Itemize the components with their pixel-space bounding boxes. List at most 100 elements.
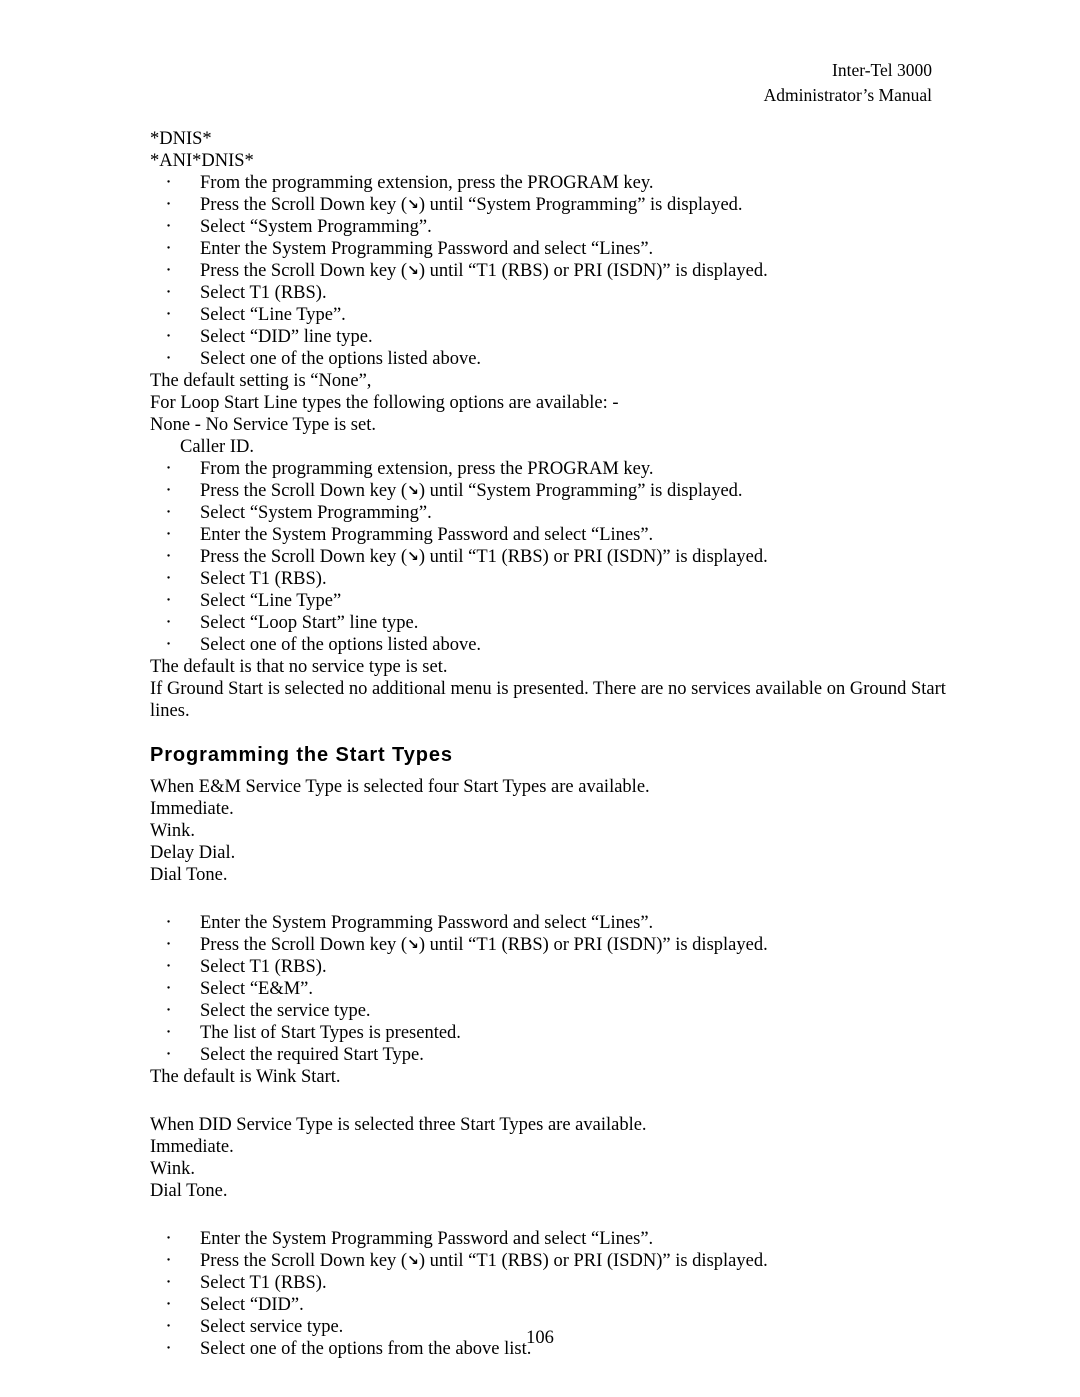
loop-start-step-item: Select T1 (RBS). — [150, 567, 980, 591]
start-type-dial-tone-1: Dial Tone. — [150, 864, 228, 885]
em-step-item: Press the Scroll Down key (↘) until “T1 … — [150, 933, 980, 957]
step-text: Press the Scroll Down key ( — [200, 546, 408, 567]
start-type-immediate-1: Immediate. — [150, 798, 234, 819]
heading-dnis: *DNIS* — [150, 128, 212, 149]
step-text: The list of Start Types is presented. — [200, 1022, 461, 1043]
em-step-item: The list of Start Types is presented. — [150, 1021, 980, 1045]
em-step-item: Select T1 (RBS). — [150, 955, 980, 979]
step-text: Select “Loop Start” line type. — [200, 612, 419, 633]
step-text: Enter the System Programming Password an… — [200, 1228, 654, 1249]
step-text: Enter the System Programming Password an… — [200, 524, 654, 545]
step-text: Select the service type. — [200, 1000, 371, 1021]
step-text: Select the required Start Type. — [200, 1044, 424, 1065]
em-start-types-intro: When E&M Service Type is selected four S… — [150, 776, 650, 797]
section-title-start-types: Programming the Start Types — [150, 743, 453, 766]
start-type-wink-2: Wink. — [150, 1158, 195, 1179]
option-caller-id: Caller ID. — [180, 436, 254, 457]
start-type-immediate-2: Immediate. — [150, 1136, 234, 1157]
loop-start-step-item: Press the Scroll Down key (↘) until “Sys… — [150, 479, 980, 503]
step-text: Select “Line Type” — [200, 590, 342, 611]
loop-start-step-item: Select one of the options listed above. — [150, 633, 980, 657]
em-step-item: Select the service type. — [150, 999, 980, 1023]
header-line-2: Administrator’s Manual — [763, 84, 932, 105]
step-text-cont: ) until “T1 (RBS) or PRI (ISDN)” is disp… — [418, 934, 768, 955]
step-text: Select “System Programming”. — [200, 216, 432, 237]
scroll-down-key-icon: ↘ — [407, 1252, 419, 1269]
step-text: Select T1 (RBS). — [200, 568, 327, 589]
scroll-down-key-icon: ↘ — [407, 196, 419, 213]
ground-start-note: If Ground Start is selected no additiona… — [150, 678, 946, 721]
default-wink-start: The default is Wink Start. — [150, 1066, 341, 1087]
dnis-step-item: Press the Scroll Down key (↘) until “Sys… — [150, 193, 980, 217]
scroll-down-key-icon: ↘ — [407, 262, 419, 279]
dnis-step-item: Select “System Programming”. — [150, 215, 980, 239]
did-step-item: Press the Scroll Down key (↘) until “T1 … — [150, 1249, 980, 1273]
loop-start-step-item: Select “Line Type” — [150, 589, 980, 613]
step-text-cont: ) until “T1 (RBS) or PRI (ISDN)” is disp… — [418, 546, 768, 567]
page-header: Inter-Tel 3000 Administrator’s Manual — [150, 58, 980, 108]
did-step-item: Select T1 (RBS). — [150, 1271, 980, 1295]
start-type-dial-tone-2: Dial Tone. — [150, 1180, 228, 1201]
start-type-delay-dial: Delay Dial. — [150, 842, 236, 863]
start-type-wink-1: Wink. — [150, 820, 195, 841]
procedure-list-em: Enter the System Programming Password an… — [150, 911, 980, 1067]
dnis-step-item: Select T1 (RBS). — [150, 281, 980, 305]
step-text: From the programming extension, press th… — [200, 458, 654, 479]
loop-start-step-item: Enter the System Programming Password an… — [150, 523, 980, 547]
step-text: Select “System Programming”. — [200, 502, 432, 523]
dnis-step-item: Select one of the options listed above. — [150, 347, 980, 371]
step-text-cont: ) until “System Programming” is displaye… — [418, 194, 743, 215]
step-text-cont: ) until “T1 (RBS) or PRI (ISDN)” is disp… — [418, 260, 768, 281]
did-step-item: Enter the System Programming Password an… — [150, 1227, 980, 1251]
procedure-list-loop-start: From the programming extension, press th… — [150, 457, 980, 657]
em-step-item: Enter the System Programming Password an… — [150, 911, 980, 935]
dnis-step-item: Press the Scroll Down key (↘) until “T1 … — [150, 259, 980, 283]
step-text: Press the Scroll Down key ( — [200, 1250, 408, 1271]
step-text: Press the Scroll Down key ( — [200, 934, 408, 955]
document-page: Inter-Tel 3000 Administrator’s Manual *D… — [0, 0, 1080, 1397]
scroll-down-key-icon: ↘ — [407, 936, 419, 953]
step-text: Select T1 (RBS). — [200, 1272, 327, 1293]
default-no-service-type: The default is that no service type is s… — [150, 656, 448, 677]
step-text-cont: ) until “T1 (RBS) or PRI (ISDN)” is disp… — [418, 1250, 768, 1271]
step-text: Enter the System Programming Password an… — [200, 912, 654, 933]
loop-start-step-item: Select “Loop Start” line type. — [150, 611, 980, 635]
page-number: 106 — [526, 1328, 554, 1348]
header-line-1: Inter-Tel 3000 — [832, 60, 932, 80]
step-text: Select “DID” line type. — [200, 326, 373, 347]
dnis-step-item: Select “Line Type”. — [150, 303, 980, 327]
procedure-list-dnis: From the programming extension, press th… — [150, 171, 980, 371]
step-text: From the programming extension, press th… — [200, 172, 654, 193]
step-text: Press the Scroll Down key ( — [200, 260, 408, 281]
step-text: Select one of the options listed above. — [200, 634, 482, 655]
loop-start-step-item: Select “System Programming”. — [150, 501, 980, 525]
dnis-step-item: Select “DID” line type. — [150, 325, 980, 349]
dnis-step-item: From the programming extension, press th… — [150, 171, 980, 195]
step-text: Select “E&M”. — [200, 978, 314, 999]
em-step-item: Select “E&M”. — [150, 977, 980, 1001]
step-text: Press the Scroll Down key ( — [200, 480, 408, 501]
did-start-types-intro: When DID Service Type is selected three … — [150, 1114, 647, 1135]
dnis-step-item: Enter the System Programming Password an… — [150, 237, 980, 261]
heading-anidnis: *ANI*DNIS* — [150, 150, 254, 171]
em-step-item: Select the required Start Type. — [150, 1043, 980, 1067]
loop-start-step-item: Press the Scroll Down key (↘) until “T1 … — [150, 545, 980, 569]
loop-start-step-item: From the programming extension, press th… — [150, 457, 980, 481]
loop-start-options-intro: For Loop Start Line types the following … — [150, 392, 619, 413]
step-text: Select T1 (RBS). — [200, 282, 327, 303]
did-step-item: Select “DID”. — [150, 1293, 980, 1317]
step-text-cont: ) until “System Programming” is displaye… — [418, 480, 743, 501]
page-content: *DNIS* *ANI*DNIS* From the programming e… — [150, 128, 980, 1361]
step-text: Select “Line Type”. — [200, 304, 346, 325]
scroll-down-key-icon: ↘ — [407, 548, 419, 565]
step-text: Press the Scroll Down key ( — [200, 194, 408, 215]
step-text: Select one of the options listed above. — [200, 348, 482, 369]
step-text: Enter the System Programming Password an… — [200, 238, 654, 259]
scroll-down-key-icon: ↘ — [407, 482, 419, 499]
default-setting-none: The default setting is “None”, — [150, 370, 372, 391]
step-text: Select T1 (RBS). — [200, 956, 327, 977]
step-text: Select “DID”. — [200, 1294, 304, 1315]
